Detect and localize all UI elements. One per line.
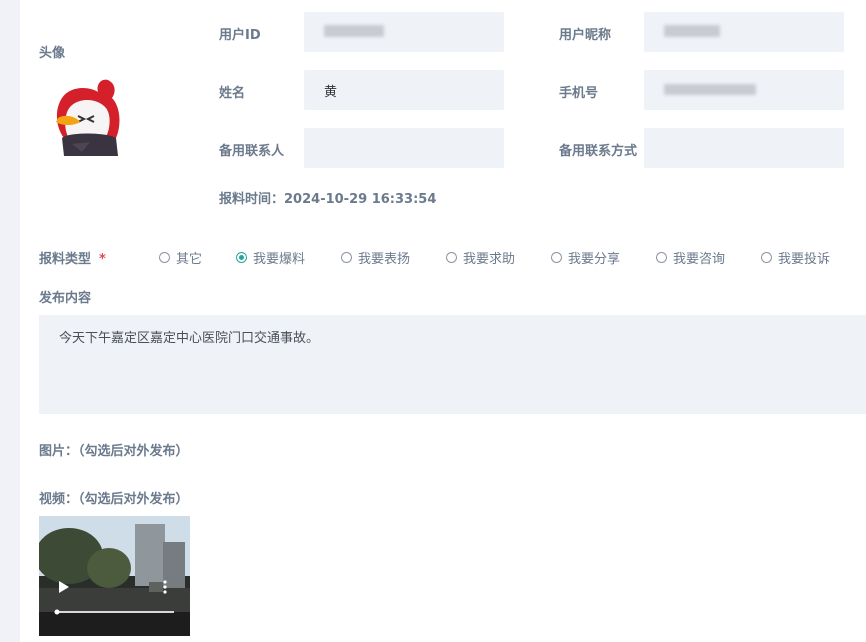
radio-label: 我要爆料 xyxy=(253,252,306,267)
radio-option-praise[interactable]: 我要表扬 xyxy=(341,248,410,267)
phone-field[interactable] xyxy=(644,70,844,110)
report-type-label-text: 报料类型 xyxy=(39,252,92,267)
backup-method-field[interactable] xyxy=(644,128,844,168)
report-time: 报料时间：2024-10-29 16:33:54 xyxy=(219,188,436,207)
radio-circle-icon xyxy=(159,252,170,263)
content-textarea[interactable]: 今天下午嘉定区嘉定中心医院门口交通事故。 xyxy=(39,315,866,414)
radio-option-consult[interactable]: 我要咨询 xyxy=(656,248,725,267)
nickname-label: 用户昵称 xyxy=(559,28,612,43)
radio-circle-icon xyxy=(551,252,562,263)
radio-option-help[interactable]: 我要求助 xyxy=(446,248,515,267)
videos-label: 视频：（勾选后对外发布） xyxy=(39,492,189,507)
radio-label: 我要投诉 xyxy=(778,252,831,267)
report-detail-panel: 头像 用户ID 用户昵称 姓名 黄 手机号 备用联系人 备用联系方式 报料时间：… xyxy=(20,0,866,642)
avatar xyxy=(50,76,124,158)
required-mark: * xyxy=(99,252,106,267)
radio-option-other[interactable]: 其它 xyxy=(159,248,202,267)
report-time-value: 2024-10-29 16:33:54 xyxy=(284,192,437,207)
avatar-label: 头像 xyxy=(39,46,66,61)
phone-label: 手机号 xyxy=(559,86,599,101)
backup-contact-field[interactable] xyxy=(304,128,504,168)
radio-circle-icon xyxy=(446,252,457,263)
radio-circle-icon xyxy=(656,252,667,263)
radio-option-report[interactable]: 我要爆料 xyxy=(236,248,305,267)
name-field[interactable]: 黄 xyxy=(304,70,504,110)
radio-label: 我要咨询 xyxy=(673,252,726,267)
radio-label: 我要分享 xyxy=(568,252,621,267)
name-value: 黄 xyxy=(324,85,338,100)
user-id-field[interactable] xyxy=(304,12,504,52)
backup-contact-label: 备用联系人 xyxy=(219,144,285,159)
backup-method-label: 备用联系方式 xyxy=(559,144,638,159)
user-id-label: 用户ID xyxy=(219,28,261,43)
radio-label: 其它 xyxy=(176,252,203,267)
nickname-field[interactable] xyxy=(644,12,844,52)
name-label: 姓名 xyxy=(219,86,246,101)
radio-circle-icon xyxy=(761,252,772,263)
radio-label: 我要求助 xyxy=(463,252,516,267)
content-label: 发布内容 xyxy=(39,291,92,306)
report-time-label: 报料时间： xyxy=(219,192,285,207)
images-label: 图片：（勾选后对外发布） xyxy=(39,444,189,459)
radio-label: 我要表扬 xyxy=(358,252,411,267)
penguin-avatar-icon xyxy=(56,79,120,156)
report-type-label: 报料类型 * xyxy=(39,248,106,267)
content-text: 今天下午嘉定区嘉定中心医院门口交通事故。 xyxy=(59,331,320,346)
radio-checked-icon xyxy=(236,252,247,263)
radio-option-complaint[interactable]: 我要投诉 xyxy=(761,248,830,267)
more-options-icon[interactable] xyxy=(162,579,168,595)
video-thumbnail[interactable] xyxy=(39,516,190,636)
radio-option-share[interactable]: 我要分享 xyxy=(551,248,620,267)
radio-circle-icon xyxy=(341,252,352,263)
video-frame xyxy=(39,516,190,636)
play-icon[interactable] xyxy=(58,580,70,594)
